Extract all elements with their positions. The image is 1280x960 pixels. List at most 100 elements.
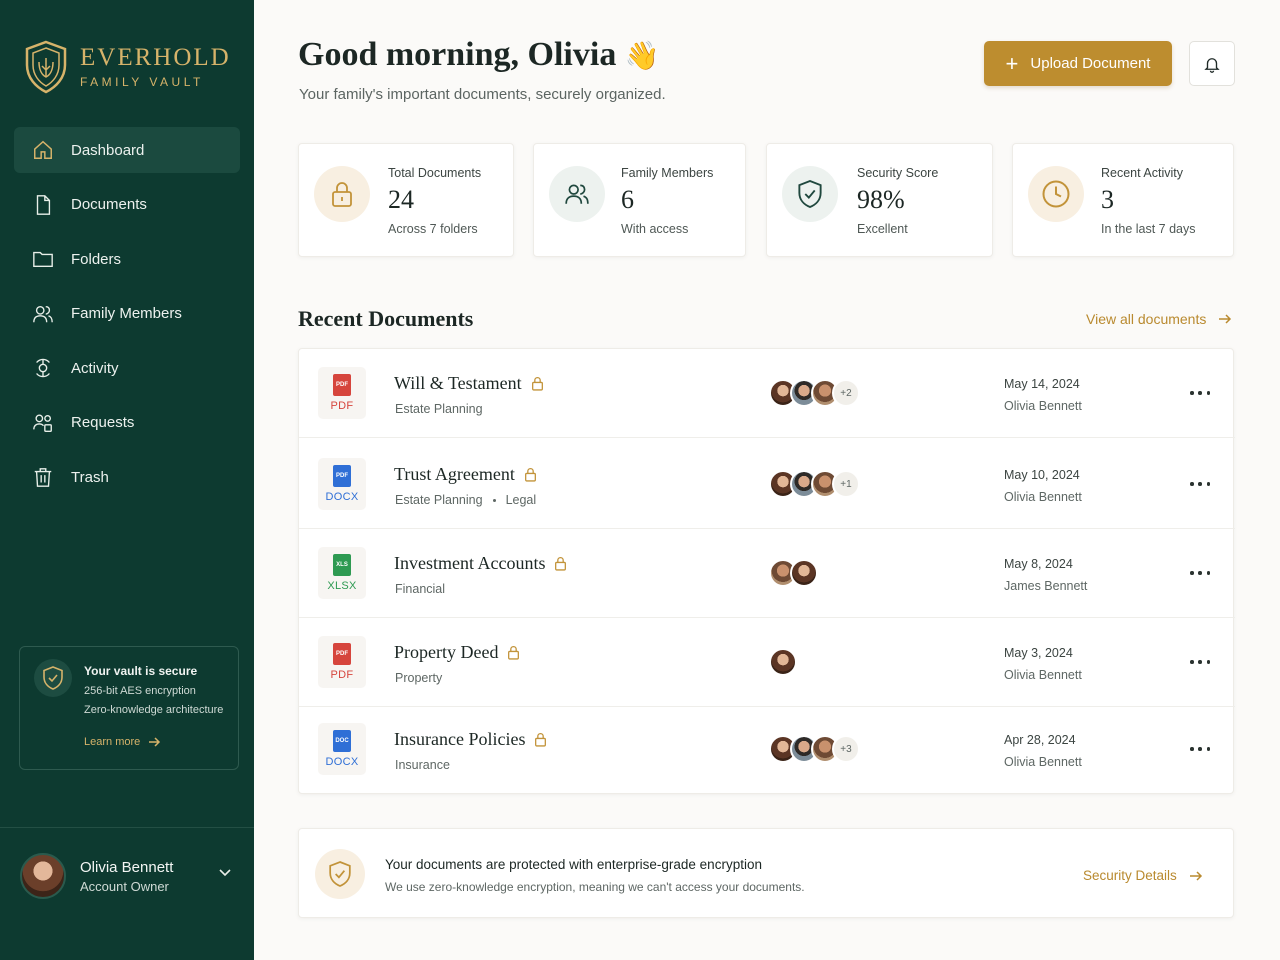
user-role: Account Owner <box>80 878 169 894</box>
document-category: Property <box>395 671 442 685</box>
avatar <box>20 853 66 899</box>
shared-with-avatars[interactable] <box>769 648 797 676</box>
document-category: Financial <box>395 582 445 596</box>
more-options-button[interactable] <box>1190 652 1210 672</box>
document-owner: Olivia Bennett <box>1004 668 1082 682</box>
table-row[interactable]: PDF PDF Will & Testament Estate Planning… <box>299 349 1235 438</box>
user-profile-menu[interactable]: Olivia Bennett Account Owner <box>20 852 236 900</box>
shield-check-icon <box>782 166 838 222</box>
shared-with-avatars[interactable]: +2 <box>769 379 860 407</box>
brand-subtitle: FAMILY VAULT <box>80 75 204 89</box>
view-all-label: View all documents <box>1086 311 1207 327</box>
docx-file-icon: PDF DOCX <box>318 458 366 510</box>
stat-recent-activity[interactable]: Recent Activity 3 In the last 7 days <box>1012 143 1234 257</box>
wave-icon: 👋 <box>624 41 660 72</box>
arrow-right-icon <box>1219 314 1232 324</box>
clock-icon <box>1028 166 1084 222</box>
more-options-button[interactable] <box>1190 563 1210 583</box>
brand-name: EVERHOLD <box>80 44 231 71</box>
file-badge: XLS <box>333 554 351 576</box>
stat-label: Family Members <box>621 166 714 180</box>
encryption-banner: Your documents are protected with enterp… <box>298 828 1234 918</box>
category-tag: Property <box>395 671 443 685</box>
ellipsis-icon <box>1206 747 1210 751</box>
more-options-button[interactable] <box>1190 383 1210 403</box>
lock-icon <box>508 646 520 660</box>
bell-icon <box>1204 57 1220 73</box>
document-name-text: Insurance Policies <box>394 729 526 749</box>
stat-family-members[interactable]: Family Members 6 With access <box>533 143 746 257</box>
brand-logo[interactable]: EVERHOLD FAMILY VAULT <box>24 40 231 94</box>
docx-file-icon: DOC DOCX <box>318 723 366 775</box>
sidebar-item-dashboard[interactable]: Dashboard <box>14 127 240 173</box>
table-row[interactable]: PDF PDF Property Deed Property May 3, 20… <box>299 618 1235 707</box>
ellipsis-icon <box>1190 482 1194 486</box>
recent-documents-list: PDF PDF Will & Testament Estate Planning… <box>298 348 1235 794</box>
more-options-button[interactable] <box>1190 474 1210 494</box>
stat-total-documents[interactable]: Total Documents 24 Across 7 folders <box>298 143 514 257</box>
activity-icon <box>36 358 50 378</box>
security-details-label: Security Details <box>1083 868 1177 883</box>
view-all-documents-link[interactable]: View all documents <box>1086 311 1232 327</box>
document-category: Insurance <box>395 758 450 772</box>
sidebar-item-activity[interactable]: Activity <box>14 345 240 391</box>
chevron-down-icon <box>219 869 231 877</box>
sidebar-item-requests[interactable]: Requests <box>14 400 240 446</box>
notifications-button[interactable] <box>1189 41 1235 86</box>
avatar <box>790 559 818 587</box>
stat-value: 98% <box>857 185 905 214</box>
security-details-link[interactable]: Security Details <box>1083 868 1203 883</box>
ellipsis-icon <box>1190 660 1194 664</box>
sidebar: EVERHOLD FAMILY VAULT Dashboard Document… <box>0 0 254 960</box>
sidebar-item-family-members[interactable]: Family Members <box>14 291 240 337</box>
document-date: Apr 28, 2024 <box>1004 733 1076 747</box>
users-icon <box>33 305 53 322</box>
vault-secure-title: Your vault is secure <box>84 664 198 678</box>
lock-icon <box>314 166 370 222</box>
file-icon <box>36 194 51 215</box>
stat-value: 24 <box>388 185 414 214</box>
lock-icon <box>535 733 547 747</box>
file-extension: XLSX <box>327 580 357 592</box>
more-members-count: +3 <box>832 735 860 763</box>
document-date: May 10, 2024 <box>1004 468 1080 482</box>
sidebar-nav: Dashboard Documents Folders Family Membe… <box>14 127 240 509</box>
stat-label: Total Documents <box>388 166 482 180</box>
table-row[interactable]: PDF DOCX Trust Agreement Estate Planning… <box>299 440 1235 529</box>
learn-more-link[interactable]: Learn more <box>84 736 161 748</box>
document-date: May 3, 2024 <box>1004 646 1073 660</box>
ellipsis-icon <box>1198 660 1202 664</box>
sidebar-item-folders[interactable]: Folders <box>14 236 240 282</box>
stat-value: 3 <box>1101 185 1114 214</box>
shared-with-avatars[interactable]: +3 <box>769 735 860 763</box>
lock-icon <box>531 377 543 391</box>
category-tag: Insurance <box>395 758 450 772</box>
shared-with-avatars[interactable] <box>769 559 818 587</box>
table-row[interactable]: XLS XLSX Investment Accounts Financial M… <box>299 529 1235 618</box>
category-tag: Legal <box>505 493 537 507</box>
encryption-title: Your documents are protected with enterp… <box>385 857 762 872</box>
file-badge: DOC <box>333 730 351 752</box>
file-extension: DOCX <box>325 756 359 768</box>
upload-document-label: Upload Document <box>1030 55 1151 72</box>
greeting-text: Good morning, Olivia <box>298 36 617 73</box>
vault-encryption-text: 256-bit AES encryption <box>84 685 196 697</box>
document-owner: James Bennett <box>1004 579 1088 593</box>
more-options-button[interactable] <box>1190 739 1210 759</box>
file-extension: PDF <box>330 400 354 412</box>
encryption-subtitle: We use zero-knowledge encryption, meanin… <box>385 880 805 894</box>
category-tag: Estate Planning <box>395 402 483 416</box>
stat-label: Recent Activity <box>1101 166 1183 180</box>
page-subtitle: Your family's important documents, secur… <box>299 86 666 103</box>
document-owner: Olivia Bennett <box>1004 755 1082 769</box>
table-row[interactable]: DOC DOCX Insurance Policies Insurance +3… <box>299 705 1235 794</box>
stat-note: In the last 7 days <box>1101 222 1196 236</box>
shared-with-avatars[interactable]: +1 <box>769 470 860 498</box>
sidebar-item-trash[interactable]: Trash <box>14 454 240 500</box>
recent-documents-title: Recent Documents <box>298 306 474 331</box>
upload-document-button[interactable]: + Upload Document <box>984 41 1172 86</box>
users-icon <box>549 166 605 222</box>
sidebar-item-documents[interactable]: Documents <box>14 182 240 228</box>
file-extension: PDF <box>330 669 354 681</box>
stat-security-score[interactable]: Security Score 98% Excellent <box>766 143 993 257</box>
